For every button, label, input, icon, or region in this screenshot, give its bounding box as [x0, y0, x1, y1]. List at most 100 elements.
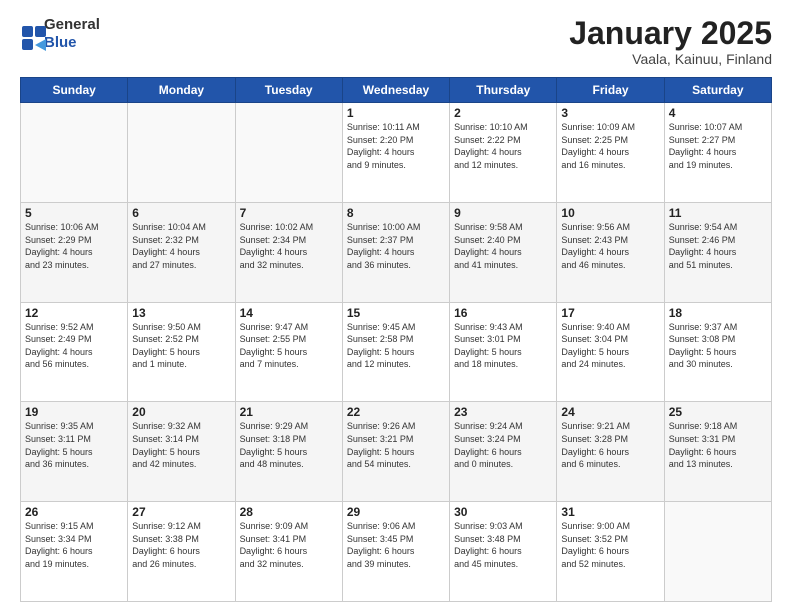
table-row: 4Sunrise: 10:07 AM Sunset: 2:27 PM Dayli…	[664, 103, 771, 203]
table-row: 24Sunrise: 9:21 AM Sunset: 3:28 PM Dayli…	[557, 402, 664, 502]
col-sunday: Sunday	[21, 78, 128, 103]
table-row: 6Sunrise: 10:04 AM Sunset: 2:32 PM Dayli…	[128, 202, 235, 302]
table-row: 1Sunrise: 10:11 AM Sunset: 2:20 PM Dayli…	[342, 103, 449, 203]
day-info: Sunrise: 9:00 AM Sunset: 3:52 PM Dayligh…	[561, 520, 659, 570]
week-row-3: 12Sunrise: 9:52 AM Sunset: 2:49 PM Dayli…	[21, 302, 772, 402]
day-number: 16	[454, 306, 552, 320]
title-block: January 2025 Vaala, Kainuu, Finland	[569, 16, 772, 67]
day-number: 17	[561, 306, 659, 320]
day-info: Sunrise: 9:15 AM Sunset: 3:34 PM Dayligh…	[25, 520, 123, 570]
logo-blue: Blue	[44, 34, 77, 51]
table-row: 2Sunrise: 10:10 AM Sunset: 2:22 PM Dayli…	[450, 103, 557, 203]
day-info: Sunrise: 9:35 AM Sunset: 3:11 PM Dayligh…	[25, 420, 123, 470]
day-number: 8	[347, 206, 445, 220]
calendar-subtitle: Vaala, Kainuu, Finland	[569, 51, 772, 67]
page: General Blue January 2025 Vaala, Kainuu,…	[0, 0, 792, 612]
table-row: 8Sunrise: 10:00 AM Sunset: 2:37 PM Dayli…	[342, 202, 449, 302]
col-monday: Monday	[128, 78, 235, 103]
table-row: 29Sunrise: 9:06 AM Sunset: 3:45 PM Dayli…	[342, 502, 449, 602]
week-row-5: 26Sunrise: 9:15 AM Sunset: 3:34 PM Dayli…	[21, 502, 772, 602]
day-info: Sunrise: 10:04 AM Sunset: 2:32 PM Daylig…	[132, 221, 230, 271]
days-of-week-row: Sunday Monday Tuesday Wednesday Thursday…	[21, 78, 772, 103]
table-row: 5Sunrise: 10:06 AM Sunset: 2:29 PM Dayli…	[21, 202, 128, 302]
day-number: 14	[240, 306, 338, 320]
table-row: 14Sunrise: 9:47 AM Sunset: 2:55 PM Dayli…	[235, 302, 342, 402]
day-info: Sunrise: 9:54 AM Sunset: 2:46 PM Dayligh…	[669, 221, 767, 271]
day-info: Sunrise: 9:29 AM Sunset: 3:18 PM Dayligh…	[240, 420, 338, 470]
day-number: 9	[454, 206, 552, 220]
day-info: Sunrise: 9:21 AM Sunset: 3:28 PM Dayligh…	[561, 420, 659, 470]
table-row: 25Sunrise: 9:18 AM Sunset: 3:31 PM Dayli…	[664, 402, 771, 502]
day-info: Sunrise: 9:37 AM Sunset: 3:08 PM Dayligh…	[669, 321, 767, 371]
day-info: Sunrise: 10:09 AM Sunset: 2:25 PM Daylig…	[561, 121, 659, 171]
table-row: 17Sunrise: 9:40 AM Sunset: 3:04 PM Dayli…	[557, 302, 664, 402]
day-number: 19	[25, 405, 123, 419]
table-row: 15Sunrise: 9:45 AM Sunset: 2:58 PM Dayli…	[342, 302, 449, 402]
table-row: 13Sunrise: 9:50 AM Sunset: 2:52 PM Dayli…	[128, 302, 235, 402]
col-tuesday: Tuesday	[235, 78, 342, 103]
day-info: Sunrise: 9:06 AM Sunset: 3:45 PM Dayligh…	[347, 520, 445, 570]
day-info: Sunrise: 9:56 AM Sunset: 2:43 PM Dayligh…	[561, 221, 659, 271]
day-number: 5	[25, 206, 123, 220]
col-friday: Friday	[557, 78, 664, 103]
table-row: 11Sunrise: 9:54 AM Sunset: 2:46 PM Dayli…	[664, 202, 771, 302]
day-info: Sunrise: 9:47 AM Sunset: 2:55 PM Dayligh…	[240, 321, 338, 371]
day-number: 3	[561, 106, 659, 120]
day-info: Sunrise: 9:09 AM Sunset: 3:41 PM Dayligh…	[240, 520, 338, 570]
table-row: 19Sunrise: 9:35 AM Sunset: 3:11 PM Dayli…	[21, 402, 128, 502]
day-number: 31	[561, 505, 659, 519]
day-number: 4	[669, 106, 767, 120]
logo: General Blue	[20, 16, 100, 52]
table-row	[128, 103, 235, 203]
day-info: Sunrise: 9:50 AM Sunset: 2:52 PM Dayligh…	[132, 321, 230, 371]
table-row	[21, 103, 128, 203]
day-number: 23	[454, 405, 552, 419]
day-info: Sunrise: 9:24 AM Sunset: 3:24 PM Dayligh…	[454, 420, 552, 470]
day-info: Sunrise: 10:06 AM Sunset: 2:29 PM Daylig…	[25, 221, 123, 271]
day-number: 2	[454, 106, 552, 120]
day-info: Sunrise: 9:12 AM Sunset: 3:38 PM Dayligh…	[132, 520, 230, 570]
table-row: 30Sunrise: 9:03 AM Sunset: 3:48 PM Dayli…	[450, 502, 557, 602]
header: General Blue January 2025 Vaala, Kainuu,…	[20, 16, 772, 67]
col-thursday: Thursday	[450, 78, 557, 103]
logo-text: General Blue	[44, 16, 100, 52]
day-number: 21	[240, 405, 338, 419]
day-number: 1	[347, 106, 445, 120]
day-number: 15	[347, 306, 445, 320]
table-row: 26Sunrise: 9:15 AM Sunset: 3:34 PM Dayli…	[21, 502, 128, 602]
day-info: Sunrise: 9:58 AM Sunset: 2:40 PM Dayligh…	[454, 221, 552, 271]
day-info: Sunrise: 9:32 AM Sunset: 3:14 PM Dayligh…	[132, 420, 230, 470]
table-row: 20Sunrise: 9:32 AM Sunset: 3:14 PM Dayli…	[128, 402, 235, 502]
table-row: 18Sunrise: 9:37 AM Sunset: 3:08 PM Dayli…	[664, 302, 771, 402]
table-row: 12Sunrise: 9:52 AM Sunset: 2:49 PM Dayli…	[21, 302, 128, 402]
day-info: Sunrise: 9:52 AM Sunset: 2:49 PM Dayligh…	[25, 321, 123, 371]
day-number: 26	[25, 505, 123, 519]
day-info: Sunrise: 9:43 AM Sunset: 3:01 PM Dayligh…	[454, 321, 552, 371]
day-number: 25	[669, 405, 767, 419]
day-number: 13	[132, 306, 230, 320]
table-row	[235, 103, 342, 203]
day-number: 7	[240, 206, 338, 220]
day-number: 29	[347, 505, 445, 519]
calendar-title: January 2025	[569, 16, 772, 51]
week-row-1: 1Sunrise: 10:11 AM Sunset: 2:20 PM Dayli…	[21, 103, 772, 203]
day-info: Sunrise: 9:18 AM Sunset: 3:31 PM Dayligh…	[669, 420, 767, 470]
day-number: 22	[347, 405, 445, 419]
day-number: 10	[561, 206, 659, 220]
table-row: 27Sunrise: 9:12 AM Sunset: 3:38 PM Dayli…	[128, 502, 235, 602]
calendar-table: Sunday Monday Tuesday Wednesday Thursday…	[20, 77, 772, 602]
day-info: Sunrise: 10:00 AM Sunset: 2:37 PM Daylig…	[347, 221, 445, 271]
day-number: 11	[669, 206, 767, 220]
logo-icon	[20, 24, 40, 44]
day-info: Sunrise: 10:11 AM Sunset: 2:20 PM Daylig…	[347, 121, 445, 171]
day-info: Sunrise: 10:07 AM Sunset: 2:27 PM Daylig…	[669, 121, 767, 171]
day-number: 20	[132, 405, 230, 419]
table-row: 28Sunrise: 9:09 AM Sunset: 3:41 PM Dayli…	[235, 502, 342, 602]
day-number: 28	[240, 505, 338, 519]
table-row	[664, 502, 771, 602]
table-row: 16Sunrise: 9:43 AM Sunset: 3:01 PM Dayli…	[450, 302, 557, 402]
day-info: Sunrise: 9:03 AM Sunset: 3:48 PM Dayligh…	[454, 520, 552, 570]
table-row: 23Sunrise: 9:24 AM Sunset: 3:24 PM Dayli…	[450, 402, 557, 502]
day-number: 30	[454, 505, 552, 519]
table-row: 10Sunrise: 9:56 AM Sunset: 2:43 PM Dayli…	[557, 202, 664, 302]
